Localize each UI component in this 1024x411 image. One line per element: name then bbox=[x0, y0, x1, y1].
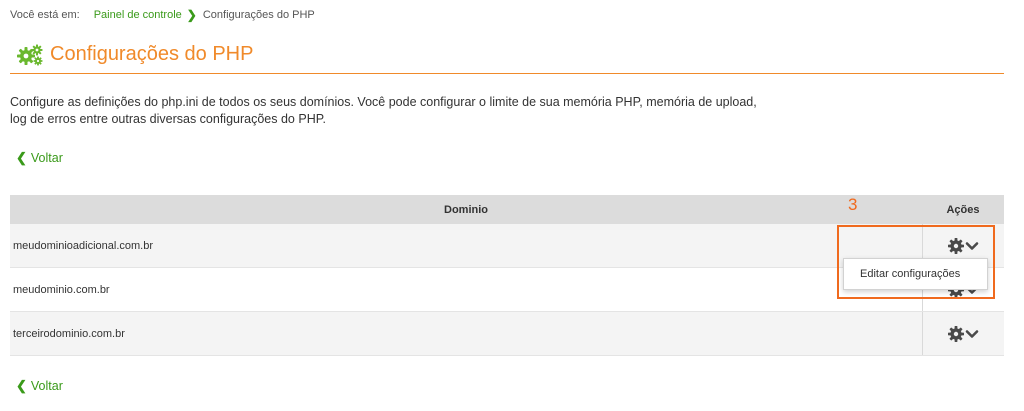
page-description: Configure as definições do php.ini de to… bbox=[10, 95, 757, 126]
breadcrumb-chevron-right-icon: ❯ bbox=[186, 8, 197, 22]
column-header-domain: Dominio bbox=[444, 203, 488, 216]
domain-cell: meudominioadicional.com.br bbox=[13, 239, 154, 252]
table-row: terceirodominio.com.br bbox=[10, 312, 1004, 356]
page-title: Configurações do PHP bbox=[50, 43, 254, 65]
actions-menu-button[interactable] bbox=[947, 325, 981, 343]
back-link-label: Voltar bbox=[30, 151, 63, 165]
chevron-left-icon: ❮ bbox=[16, 150, 27, 165]
back-link-bottom[interactable]: ❮ Voltar bbox=[16, 378, 63, 394]
chevron-down-icon bbox=[965, 329, 978, 338]
breadcrumb-home-link[interactable]: Painel de controle bbox=[94, 9, 182, 21]
column-header-actions: Ações bbox=[946, 203, 980, 216]
step-number-annotation: 3 bbox=[848, 195, 858, 214]
domain-cell: meudominio.com.br bbox=[13, 283, 110, 296]
breadcrumb-current: Configurações do PHP bbox=[202, 9, 315, 21]
domain-cell: terceirodominio.com.br bbox=[13, 327, 125, 340]
page-header: Configurações do PHP bbox=[10, 40, 1004, 74]
breadcrumb: Você está em: Painel de controle ❯ Confi… bbox=[10, 8, 315, 22]
chevron-left-icon: ❮ bbox=[16, 378, 27, 393]
actions-dropdown-item-edit-settings[interactable]: Editar configurações bbox=[843, 258, 988, 290]
back-link-label: Voltar bbox=[30, 379, 63, 393]
actions-cell bbox=[922, 312, 1004, 355]
gears-icon bbox=[16, 43, 44, 67]
back-link-top[interactable]: ❮ Voltar bbox=[16, 150, 63, 166]
breadcrumb-prefix: Você está em: bbox=[10, 9, 80, 21]
gear-icon bbox=[947, 325, 964, 342]
